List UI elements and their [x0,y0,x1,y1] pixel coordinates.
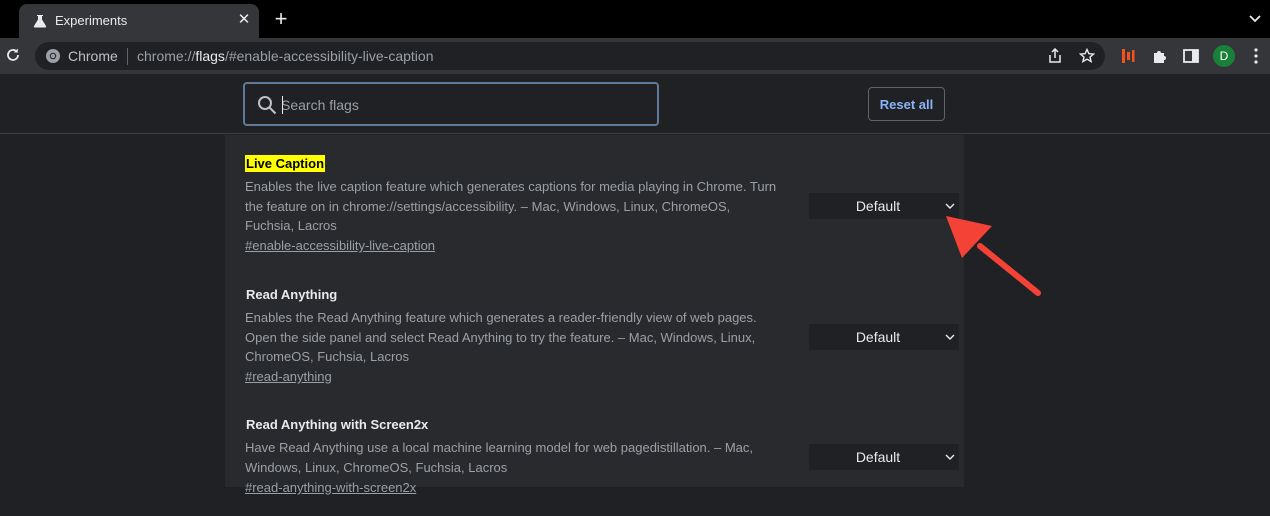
tab-search-chevron-icon[interactable] [1248,12,1262,26]
search-icon [258,96,277,115]
address-bar[interactable]: Chrome chrome://flags/#enable-accessibil… [35,42,1105,70]
tab-strip: Experiments ✕ + [0,0,1270,38]
new-tab-button[interactable]: + [272,8,290,30]
url-text[interactable]: chrome://flags/#enable-accessibility-liv… [137,48,433,64]
close-tab-icon[interactable]: ✕ [235,11,253,29]
bookmark-star-icon[interactable] [1079,48,1095,64]
more-menu-icon[interactable] [1250,48,1262,64]
text-cursor [282,96,283,114]
flag-description: Enables the Read Anything feature which … [245,310,757,364]
flag-title: Read Anything with Screen2x [246,417,429,432]
select-value: Default [855,449,901,465]
flag-state-select[interactable]: Default [809,444,959,470]
share-icon[interactable] [1047,48,1063,64]
chrome-chip-label: Chrome [68,48,118,64]
flag-item-read-anything: Read Anything Enables the Read Anything … [245,286,959,406]
flag-state-select[interactable]: Default [809,193,959,219]
chevron-down-icon [945,334,955,340]
reset-all-button[interactable]: Reset all [868,87,945,121]
flags-header: Reset all [0,74,1270,134]
flag-state-select[interactable]: Default [809,324,959,350]
search-flags-input[interactable] [281,94,641,116]
extension-logo-icon[interactable] [1119,47,1137,65]
select-value: Default [855,198,901,214]
flag-title: Read Anything [246,287,338,302]
tab-experiments[interactable]: Experiments ✕ [19,4,259,38]
tab-title: Experiments [55,13,128,28]
flag-description: Enables the live caption feature which g… [245,179,777,233]
annotation-arrow-icon [946,216,1041,296]
search-flags-box[interactable] [243,82,659,126]
chevron-down-icon [945,454,955,460]
flag-item-read-anything-screen2x: Read Anything with Screen2x Have Read An… [245,416,959,516]
chip-divider [127,48,128,65]
flag-item-live-caption: Live Caption Enables the live caption fe… [245,155,959,275]
flag-link[interactable]: #enable-accessibility-live-caption [245,238,435,253]
flags-list: Live Caption Enables the live caption fe… [225,135,964,495]
flag-title: Live Caption [245,155,326,172]
extensions-puzzle-icon[interactable] [1151,47,1169,65]
chrome-logo-icon [46,49,60,63]
select-value: Default [855,329,901,345]
flag-link[interactable]: #read-anything [245,369,332,384]
reload-icon[interactable] [5,47,21,63]
flag-link[interactable]: #read-anything-with-screen2x [245,480,416,495]
side-panel-icon[interactable] [1182,47,1200,65]
flask-icon [33,15,47,28]
browser-toolbar: Chrome chrome://flags/#enable-accessibil… [0,38,1270,74]
flag-description: Have Read Anything use a local machine l… [245,440,754,475]
profile-avatar[interactable]: D [1213,45,1235,67]
